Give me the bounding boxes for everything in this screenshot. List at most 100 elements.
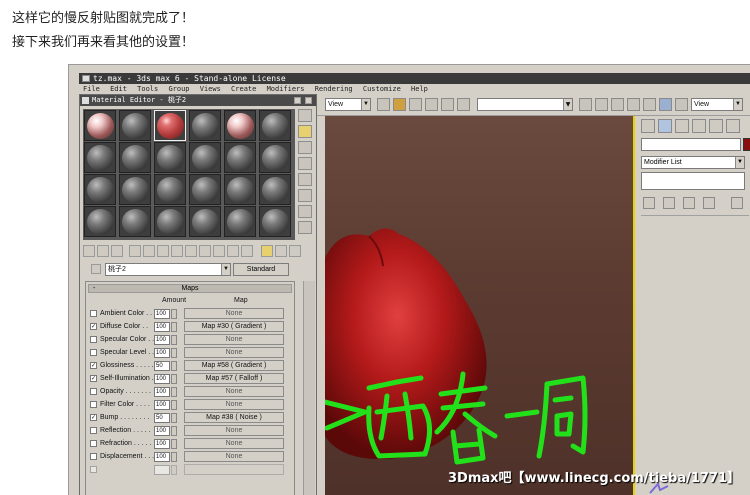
close-icon[interactable] [305, 97, 312, 104]
map-enable-checkbox[interactable] [90, 453, 97, 460]
schematic-view-icon[interactable] [643, 98, 656, 111]
amount-spinner[interactable] [171, 413, 177, 423]
object-name-field[interactable] [641, 138, 741, 151]
spinner-snap-icon[interactable] [457, 98, 470, 111]
select-by-material-icon[interactable] [298, 221, 312, 234]
material-map-navigator-icon[interactable] [261, 245, 273, 257]
options-icon[interactable] [298, 205, 312, 218]
amount-spinner[interactable] [171, 309, 177, 319]
modify-tab-icon[interactable] [658, 119, 672, 133]
amount-field[interactable]: 100 [154, 335, 170, 345]
map-slot-button[interactable]: Map #38 ( Noise ) [184, 412, 284, 423]
align-icon[interactable] [595, 98, 608, 111]
sample-slot[interactable] [224, 206, 256, 237]
configure-sets-icon[interactable] [731, 197, 743, 209]
backlight-icon[interactable] [298, 125, 312, 138]
map-slot-button[interactable]: Map #57 ( Falloff ) [184, 373, 284, 384]
background-checker-icon[interactable] [298, 141, 312, 154]
map-slot-button[interactable]: None [184, 386, 284, 397]
map-enable-checkbox[interactable]: ✓ [90, 375, 97, 382]
sample-slot-active[interactable] [154, 110, 186, 141]
map-enable-checkbox[interactable]: ✓ [90, 414, 97, 421]
reset-map-icon[interactable] [129, 245, 141, 257]
map-enable-checkbox[interactable] [90, 440, 97, 447]
perspective-viewport[interactable] [325, 116, 633, 495]
amount-spinner[interactable] [171, 335, 177, 345]
amount-field[interactable]: 100 [154, 309, 170, 319]
sample-slot[interactable] [84, 142, 116, 173]
menu-modifiers[interactable]: Modifiers [267, 85, 305, 93]
map-enable-checkbox[interactable] [90, 427, 97, 434]
map-slot-button[interactable] [184, 464, 284, 475]
render-type-dropdown[interactable]: View ▼ [691, 98, 743, 111]
sample-slot[interactable] [189, 206, 221, 237]
sample-slot[interactable] [84, 110, 116, 141]
amount-spinner[interactable] [171, 400, 177, 410]
reference-coord-dropdown[interactable]: View ▼ [325, 98, 371, 111]
menu-views[interactable]: Views [200, 85, 221, 93]
menu-edit[interactable]: Edit [110, 85, 127, 93]
select-manipulate-icon[interactable] [393, 98, 406, 111]
sample-slot[interactable] [224, 174, 256, 205]
amount-spinner[interactable] [171, 426, 177, 436]
modifier-list-dropdown[interactable]: Modifier List ▼ [641, 156, 745, 169]
hierarchy-tab-icon[interactable] [675, 119, 689, 133]
make-unique-icon[interactable] [157, 245, 169, 257]
sample-slot[interactable] [154, 206, 186, 237]
material-editor-scrollbar[interactable] [303, 281, 315, 495]
map-enable-checkbox[interactable] [90, 310, 97, 317]
put-to-scene-icon[interactable] [97, 245, 109, 257]
sample-slot[interactable] [224, 142, 256, 173]
amount-spinner[interactable] [171, 348, 177, 358]
sample-slot[interactable] [154, 142, 186, 173]
modifier-stack[interactable] [641, 172, 745, 190]
map-slot-button[interactable]: None [184, 347, 284, 358]
sample-slot[interactable] [119, 142, 151, 173]
curve-editor-icon[interactable] [627, 98, 640, 111]
map-enable-checkbox[interactable]: ✓ [90, 323, 97, 330]
map-enable-checkbox[interactable]: ✓ [90, 362, 97, 369]
layer-manager-icon[interactable] [611, 98, 624, 111]
map-slot-button[interactable]: Map #58 ( Gradient ) [184, 360, 284, 371]
create-tab-icon[interactable] [641, 119, 655, 133]
amount-field[interactable]: 100 [154, 439, 170, 449]
named-selection-dropdown[interactable]: ▼ [477, 98, 573, 111]
assign-to-selection-icon[interactable] [111, 245, 123, 257]
material-type-button[interactable]: Standard [233, 263, 289, 276]
sample-slot[interactable] [119, 110, 151, 141]
map-slot-button[interactable]: None [184, 399, 284, 410]
sample-uv-tiling-icon[interactable] [298, 157, 312, 170]
amount-spinner[interactable] [171, 452, 177, 462]
utilities-tab-icon[interactable] [726, 119, 740, 133]
amount-spinner[interactable] [171, 387, 177, 397]
map-slot-button[interactable]: None [184, 451, 284, 462]
sample-slot[interactable] [154, 174, 186, 205]
pivot-center-icon[interactable] [377, 98, 390, 111]
go-forward-sibling-icon[interactable] [241, 245, 253, 257]
sample-slot[interactable] [259, 174, 291, 205]
sample-type-icon[interactable] [298, 109, 312, 122]
menu-customize[interactable]: Customize [363, 85, 401, 93]
sample-slot[interactable] [84, 206, 116, 237]
sample-slot[interactable] [189, 110, 221, 141]
pick-material-icon[interactable] [91, 264, 101, 274]
amount-field[interactable]: 100 [154, 348, 170, 358]
amount-field[interactable] [154, 465, 170, 475]
percent-snap-icon[interactable] [441, 98, 454, 111]
map-slot-button[interactable]: None [184, 334, 284, 345]
put-to-library-icon[interactable] [171, 245, 183, 257]
angle-snap-icon[interactable] [425, 98, 438, 111]
snap-toggle-icon[interactable] [409, 98, 422, 111]
menu-help[interactable]: Help [411, 85, 428, 93]
show-map-icon[interactable] [289, 245, 301, 257]
make-copy-icon[interactable] [143, 245, 155, 257]
display-tab-icon[interactable] [709, 119, 723, 133]
amount-field[interactable]: 100 [154, 400, 170, 410]
material-name-field[interactable]: 桃子2 ▼ [105, 263, 231, 276]
sample-slot[interactable] [119, 206, 151, 237]
mirror-icon[interactable] [579, 98, 592, 111]
sample-slot[interactable] [259, 110, 291, 141]
amount-field[interactable]: 50 [154, 413, 170, 423]
make-preview-icon[interactable] [298, 189, 312, 202]
amount-spinner[interactable] [171, 439, 177, 449]
